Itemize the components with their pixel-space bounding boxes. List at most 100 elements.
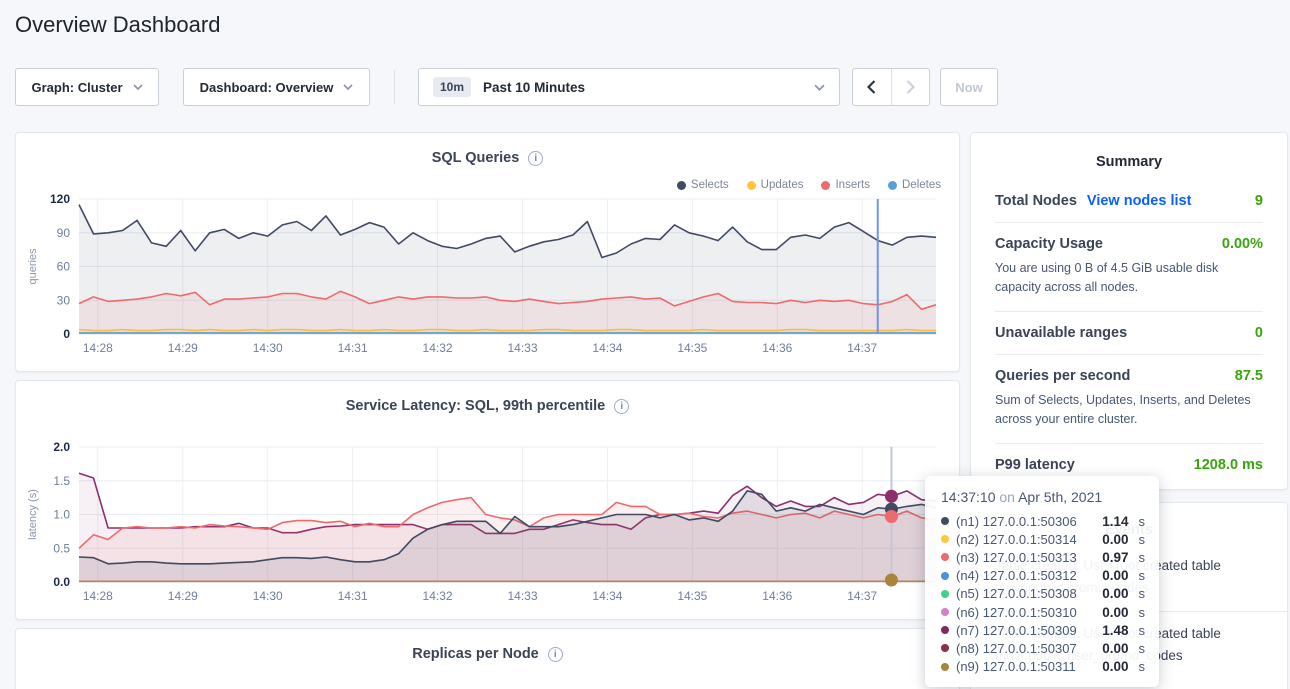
page-title: Overview Dashboard — [15, 12, 220, 38]
tooltip-row: (n4) 127.0.0.1:503120.00s — [941, 567, 1145, 585]
chevron-down-icon — [343, 84, 353, 90]
summary-metric-value: 0.00% — [1222, 236, 1263, 252]
time-range-dropdown[interactable]: 10m Past 10 Minutes — [418, 68, 840, 106]
chart-svg: 14:2814:2914:3014:3114:3214:3314:3414:35… — [16, 381, 959, 619]
prev-time-button[interactable] — [853, 69, 891, 105]
tooltip-node-value: 0.00 — [1102, 659, 1128, 674]
node-color-dot — [941, 535, 949, 543]
tooltip-node-label: (n3) 127.0.0.1:50313 — [956, 550, 1095, 565]
tooltip-node-value: 0.00 — [1102, 586, 1128, 601]
svg-text:0.5: 0.5 — [53, 541, 70, 555]
node-color-dot — [941, 553, 949, 561]
tooltip-node-label: (n7) 127.0.0.1:50309 — [956, 623, 1095, 638]
time-range-badge: 10m — [433, 77, 471, 97]
next-time-button[interactable] — [891, 69, 929, 105]
info-icon[interactable] — [548, 647, 563, 662]
tooltip-row: (n9) 127.0.0.1:503110.00s — [941, 658, 1145, 676]
svg-text:14:31: 14:31 — [338, 589, 368, 603]
tooltip-node-unit: s — [1139, 568, 1146, 583]
summary-panel: Summary Total Nodes View nodes list 9 Capac… — [970, 132, 1288, 490]
summary-metric-label: P99 latency — [995, 457, 1075, 473]
svg-text:14:36: 14:36 — [762, 589, 792, 603]
sql-queries-panel: SQL Queries SelectsUpdatesInsertsDeletes… — [15, 132, 960, 372]
service-latency-panel: Service Latency: SQL, 99th percentile 14… — [15, 380, 960, 620]
tooltip-node-value: 0.00 — [1102, 568, 1128, 583]
svg-text:14:28: 14:28 — [83, 341, 113, 355]
tooltip-node-label: (n8) 127.0.0.1:50307 — [956, 641, 1095, 656]
tooltip-node-unit: s — [1139, 550, 1146, 565]
svg-text:60: 60 — [57, 260, 71, 274]
svg-text:90: 90 — [57, 226, 71, 240]
summary-row: Queries per second 87.5 Sum of Selects, Up… — [995, 355, 1263, 444]
tooltip-node-label: (n5) 127.0.0.1:50308 — [956, 586, 1095, 601]
now-button[interactable]: Now — [940, 68, 998, 106]
chart-svg: 14:2814:2914:3014:3114:3214:3314:3414:35… — [16, 133, 959, 371]
svg-text:14:33: 14:33 — [507, 589, 537, 603]
summary-metric-desc: You are using 0 B of 4.5 GiB usable disk… — [995, 259, 1263, 298]
summary-row-top: Total Nodes View nodes list 9 — [995, 193, 1263, 209]
svg-text:14:35: 14:35 — [677, 589, 707, 603]
svg-text:14:32: 14:32 — [423, 589, 453, 603]
tooltip-node-value: 0.00 — [1102, 532, 1128, 547]
tooltip-row: (n3) 127.0.0.1:50313 0.97 s — [941, 548, 1145, 566]
tooltip-node-value: 1.48 — [1102, 623, 1128, 638]
svg-text:1.5: 1.5 — [53, 474, 70, 488]
summary-metric-value: 0 — [1255, 325, 1263, 341]
svg-text:14:34: 14:34 — [592, 589, 622, 603]
chart-hover-tooltip: 14:37:10 on Apr 5th, 2021 (n1) 127.0.0.1… — [925, 476, 1159, 687]
summary-row: Unavailable ranges0 — [995, 312, 1263, 355]
svg-text:14:32: 14:32 — [423, 341, 453, 355]
service-latency-chart[interactable]: 14:2814:2914:3014:3114:3214:3314:3414:35… — [16, 381, 959, 619]
chevron-down-icon — [814, 84, 825, 91]
tooltip-node-unit: s — [1139, 532, 1146, 547]
tooltip-row: (n1) 127.0.0.1:503061.14s — [941, 512, 1145, 530]
tooltip-node-unit: s — [1139, 623, 1146, 638]
tooltip-node-unit: s — [1139, 586, 1146, 601]
tooltip-node-value: 0.97 — [1102, 550, 1128, 565]
replicas-per-node-title: Replicas per Node — [16, 629, 959, 662]
graph-scope-label: Graph: Cluster — [31, 80, 122, 95]
graph-scope-dropdown[interactable]: Graph: Cluster — [15, 68, 159, 106]
svg-text:14:36: 14:36 — [762, 341, 792, 355]
tooltip-row: (n6) 127.0.0.1:503100.00s — [941, 603, 1145, 621]
svg-text:14:34: 14:34 — [592, 341, 622, 355]
tooltip-node-value: 0.00 — [1102, 641, 1128, 656]
summary-row: Total Nodes View nodes list 9 — [995, 180, 1263, 223]
node-color-dot — [941, 590, 949, 598]
dashboard-dropdown[interactable]: Dashboard: Overview — [183, 68, 370, 106]
tooltip-row: (n7) 127.0.0.1:50309 1.48 s — [941, 621, 1145, 639]
node-color-dot — [941, 572, 949, 580]
node-color-dot — [941, 517, 949, 525]
tooltip-row: (n5) 127.0.0.1:50308 0.00 s — [941, 585, 1145, 603]
svg-text:queries: queries — [27, 248, 39, 285]
tooltip-node-value: 1.14 — [1102, 514, 1128, 529]
svg-text:latency (s): latency (s) — [27, 489, 39, 540]
svg-text:14:30: 14:30 — [253, 341, 283, 355]
svg-text:14:31: 14:31 — [338, 341, 368, 355]
summary-metric-label: Capacity Usage — [995, 236, 1103, 252]
summary-metric-label: Total Nodes — [995, 193, 1077, 209]
tooltip-node-unit: s — [1139, 641, 1146, 656]
summary-row-top: Unavailable ranges0 — [995, 325, 1263, 341]
tooltip-node-label: (n6) 127.0.0.1:50310 — [956, 605, 1095, 620]
summary-metric-value: 87.5 — [1235, 368, 1263, 384]
summary-metric-value: 1208.0 ms — [1194, 457, 1263, 473]
svg-text:14:37: 14:37 — [847, 341, 877, 355]
summary-heading: Summary — [995, 154, 1263, 170]
chevron-left-icon — [867, 80, 876, 94]
svg-text:30: 30 — [57, 293, 71, 307]
view-nodes-link[interactable]: View nodes list — [1087, 193, 1192, 209]
sql-queries-chart[interactable]: 14:2814:2914:3014:3114:3214:3314:3414:35… — [16, 133, 959, 371]
dashboard-label: Dashboard: Overview — [200, 80, 334, 95]
tooltip-rows: (n1) 127.0.0.1:503061.14s(n2) 127.0.0.1:… — [941, 512, 1145, 676]
tooltip-node-label: (n1) 127.0.0.1:50306 — [956, 514, 1095, 529]
tooltip-timestamp: 14:37:10 on Apr 5th, 2021 — [941, 489, 1145, 505]
summary-row-top: Capacity Usage 0.00% — [995, 236, 1263, 252]
tooltip-node-value: 0.00 — [1102, 605, 1128, 620]
summary-metric-label: Queries per second — [995, 368, 1130, 384]
summary-metric-desc: Sum of Selects, Updates, Inserts, and De… — [995, 391, 1263, 430]
summary-metric-value: 9 — [1255, 193, 1263, 209]
tooltip-node-unit: s — [1139, 659, 1146, 674]
svg-text:14:28: 14:28 — [83, 589, 113, 603]
svg-text:14:37: 14:37 — [847, 589, 877, 603]
